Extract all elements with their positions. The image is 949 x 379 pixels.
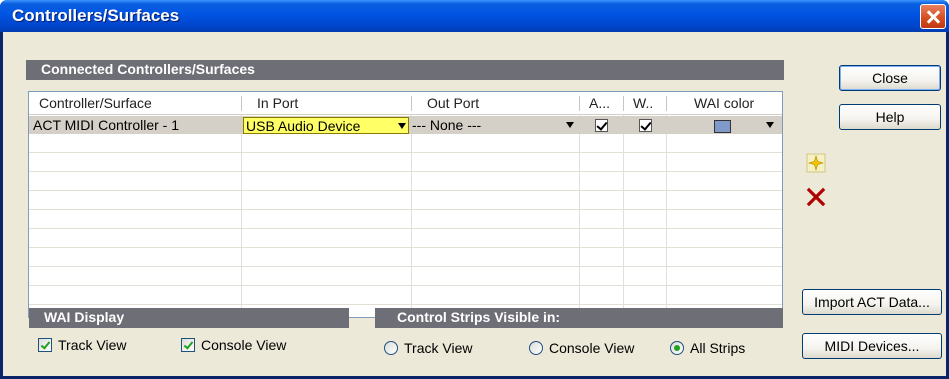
grid-line [623, 115, 624, 317]
controller-name-cell[interactable]: ACT MIDI Controller - 1 [33, 117, 179, 133]
dialog-window: Controllers/Surfaces Connected Controlle… [0, 0, 949, 379]
connected-section-title: Connected Controllers/Surfaces [41, 61, 255, 77]
wai-display-header: WAI Display [29, 308, 349, 328]
header-divider [623, 96, 624, 111]
console-view-checkbox[interactable] [181, 338, 195, 352]
close-icon[interactable] [920, 4, 946, 29]
grid-line [29, 247, 782, 248]
track-view-checkbox-label[interactable]: Track View [58, 337, 126, 353]
strips-all-strips-radio[interactable] [670, 341, 684, 355]
out-port-value: --- None --- [412, 117, 482, 133]
window-title: Controllers/Surfaces [12, 6, 180, 25]
chevron-down-icon [398, 123, 406, 129]
header-divider [666, 96, 667, 111]
control-strips-title: Control Strips Visible in: [397, 309, 561, 325]
strips-track-view-radio[interactable] [384, 341, 398, 355]
grid-line [241, 115, 242, 317]
header-divider [579, 96, 580, 111]
control-strips-header: Control Strips Visible in: [375, 308, 783, 328]
grid-line [411, 115, 412, 317]
in-port-dropdown[interactable]: USB Audio Device [243, 117, 409, 134]
strips-track-view-label[interactable]: Track View [404, 340, 472, 356]
out-port-dropdown[interactable]: --- None --- [412, 116, 579, 134]
help-button[interactable]: Help [839, 104, 941, 130]
column-header-w[interactable]: W.. [633, 95, 653, 111]
grid-line [29, 266, 782, 267]
strips-console-view-label[interactable]: Console View [549, 340, 634, 356]
connected-section-header: Connected Controllers/Surfaces [26, 60, 784, 80]
grid-line [666, 115, 667, 317]
controllers-table[interactable]: Controller/Surface In Port Out Port A...… [28, 91, 783, 318]
grid-line [29, 190, 782, 191]
chevron-down-icon [566, 122, 574, 128]
column-header-a[interactable]: A... [589, 95, 610, 111]
add-controller-button[interactable] [806, 153, 826, 173]
a-checkbox[interactable] [595, 119, 608, 132]
grid-line [29, 304, 782, 305]
add-controller-icon [806, 153, 826, 173]
strips-console-view-radio[interactable] [529, 341, 543, 355]
column-header-wai-color[interactable]: WAI color [694, 95, 754, 111]
grid-line [29, 228, 782, 229]
grid-line [579, 115, 580, 317]
strips-all-strips-label[interactable]: All Strips [690, 340, 745, 356]
import-act-data-button[interactable]: Import ACT Data... [802, 289, 942, 315]
track-view-checkbox[interactable] [38, 338, 52, 352]
column-header-in-port[interactable]: In Port [257, 95, 298, 111]
delete-controller-icon [806, 187, 826, 207]
wai-color-swatch[interactable] [714, 120, 731, 133]
grid-line [29, 209, 782, 210]
chevron-down-icon[interactable] [766, 122, 774, 128]
delete-controller-button[interactable] [806, 187, 826, 207]
wai-display-title: WAI Display [44, 309, 125, 325]
grid-line [29, 171, 782, 172]
column-header-out-port[interactable]: Out Port [427, 95, 479, 111]
in-port-value: USB Audio Device [246, 118, 361, 134]
header-divider [411, 96, 412, 111]
w-checkbox[interactable] [639, 119, 652, 132]
title-bar: Controllers/Surfaces [0, 0, 949, 32]
table-header: Controller/Surface In Port Out Port A...… [29, 92, 782, 115]
console-view-checkbox-label[interactable]: Console View [201, 337, 286, 353]
dialog-body: Connected Controllers/Surfaces Controlle… [3, 32, 946, 376]
midi-devices-button[interactable]: MIDI Devices... [802, 333, 942, 359]
grid-line [29, 152, 782, 153]
header-divider [241, 96, 242, 111]
column-header-controller[interactable]: Controller/Surface [39, 95, 152, 111]
close-button[interactable]: Close [839, 65, 941, 91]
grid-line [29, 285, 782, 286]
